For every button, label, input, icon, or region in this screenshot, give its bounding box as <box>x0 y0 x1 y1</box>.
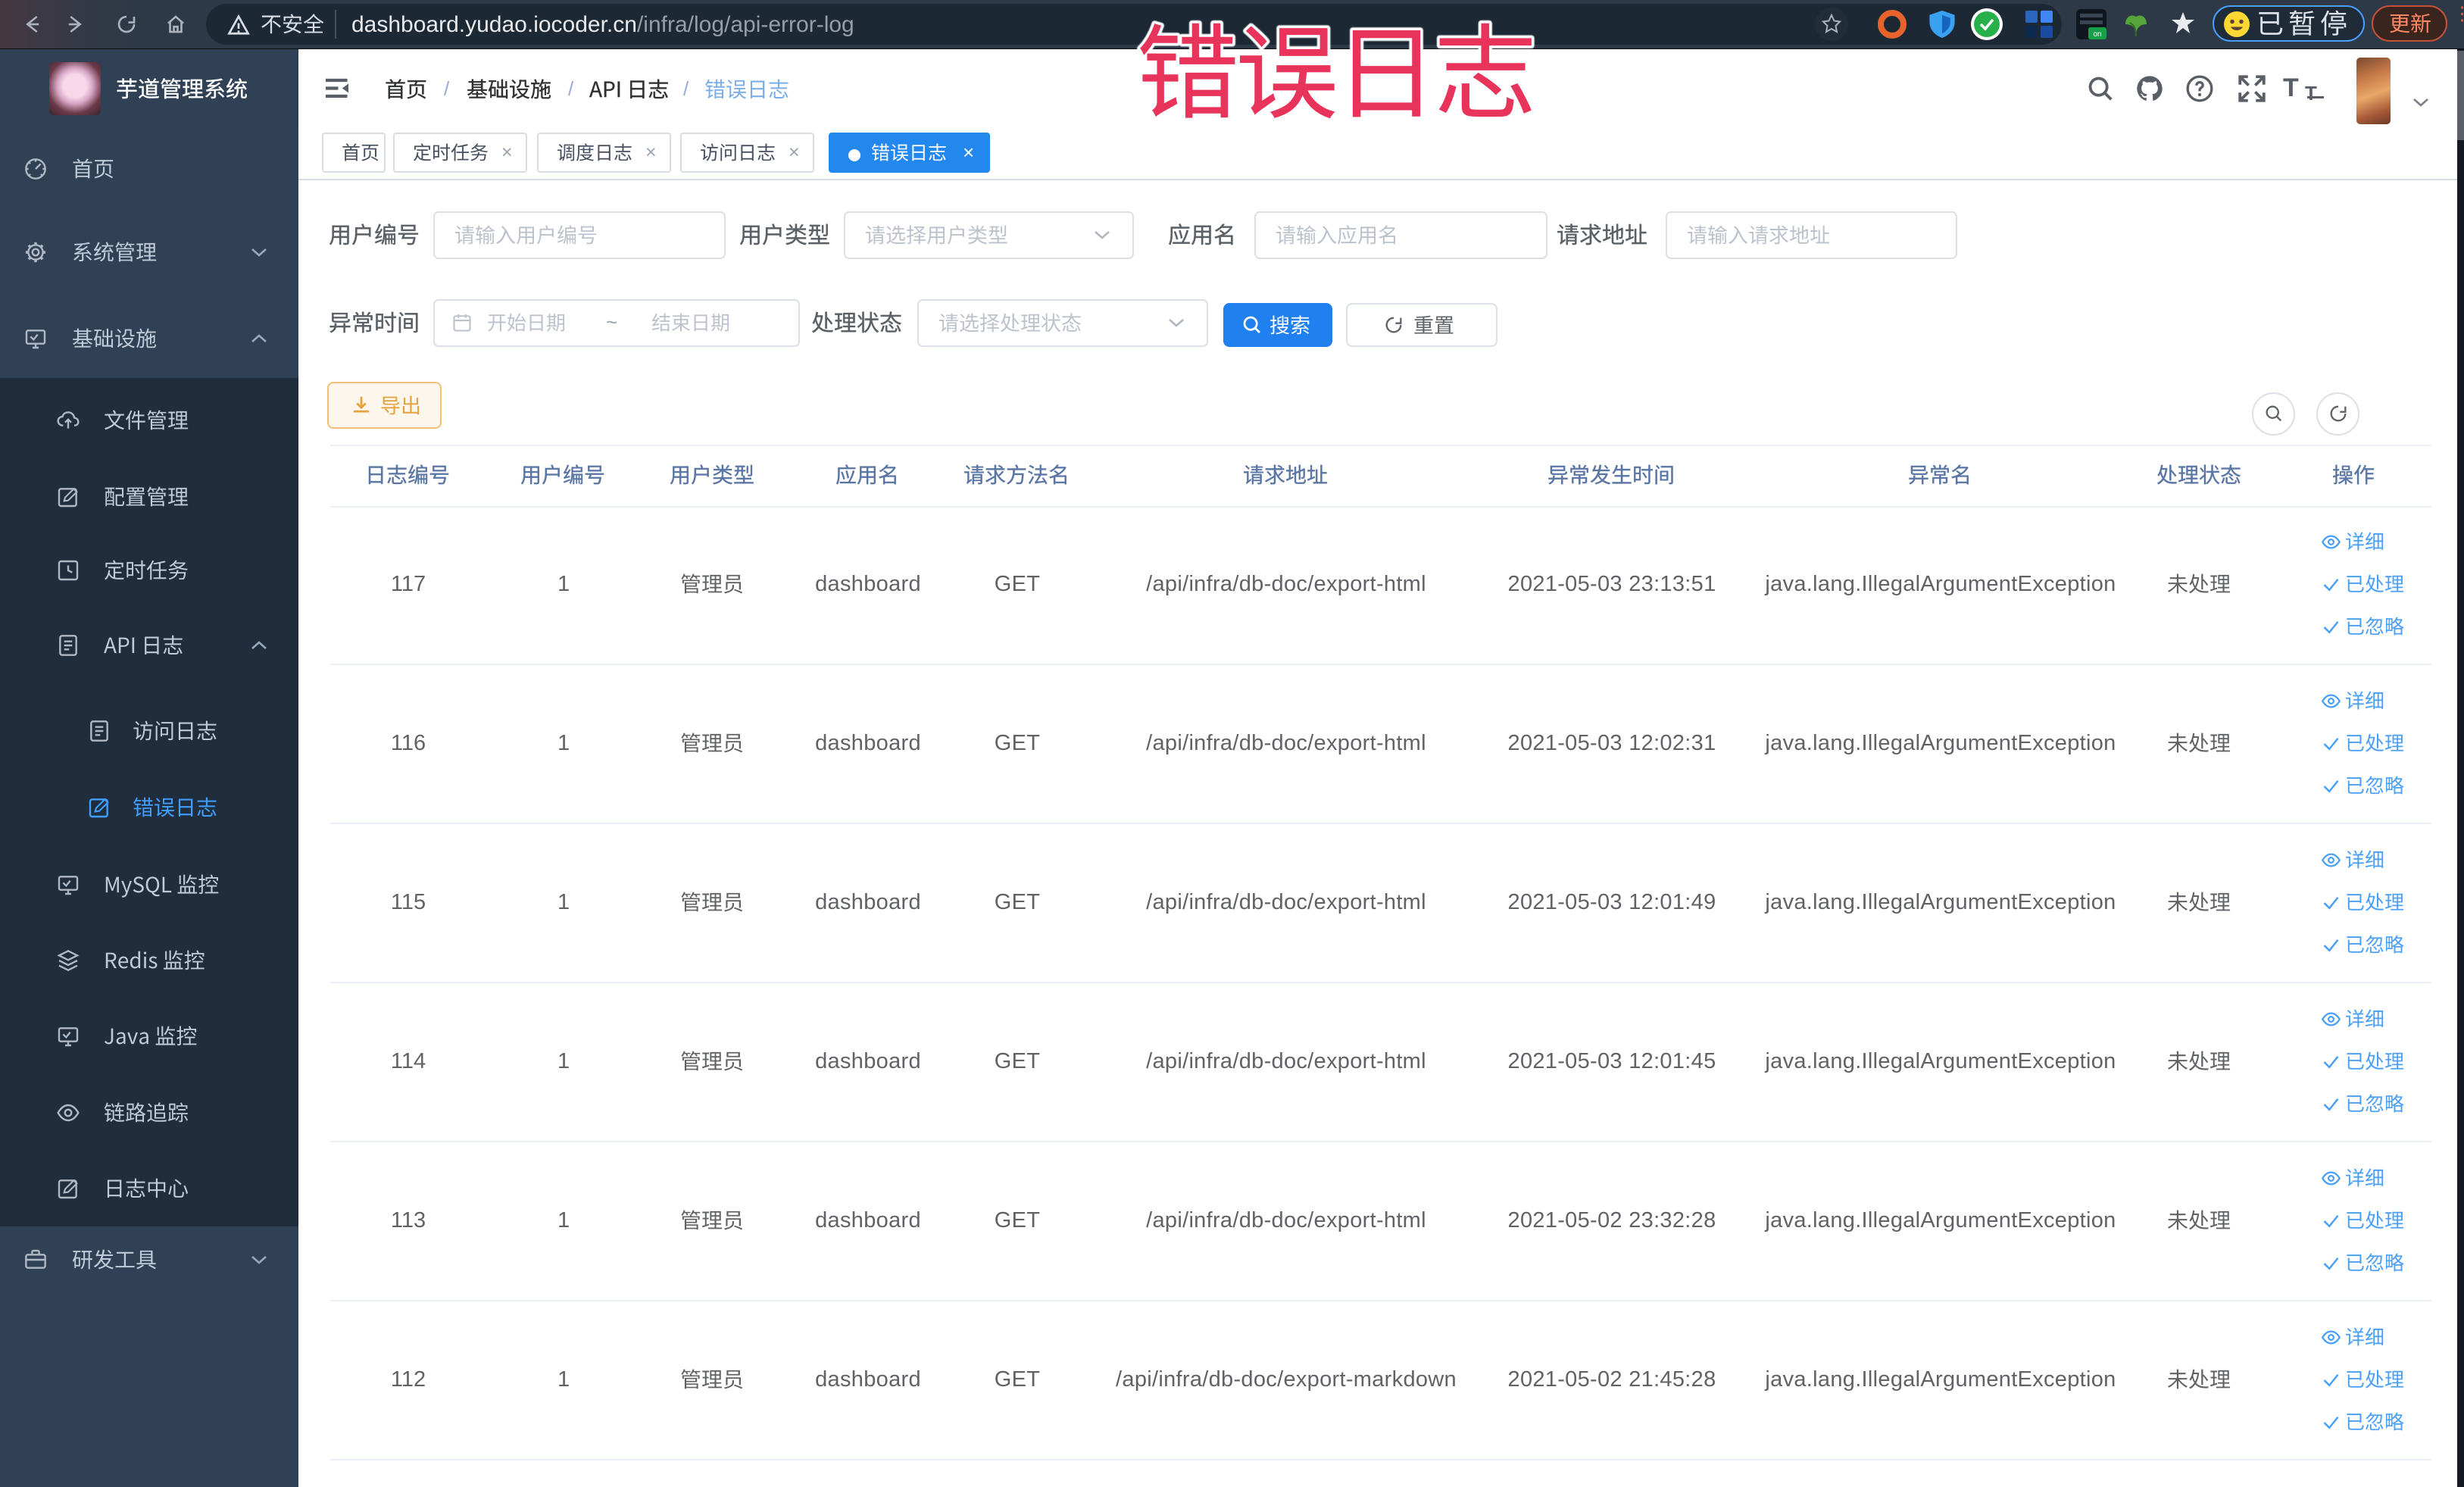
svg-text:on: on <box>2093 30 2101 39</box>
